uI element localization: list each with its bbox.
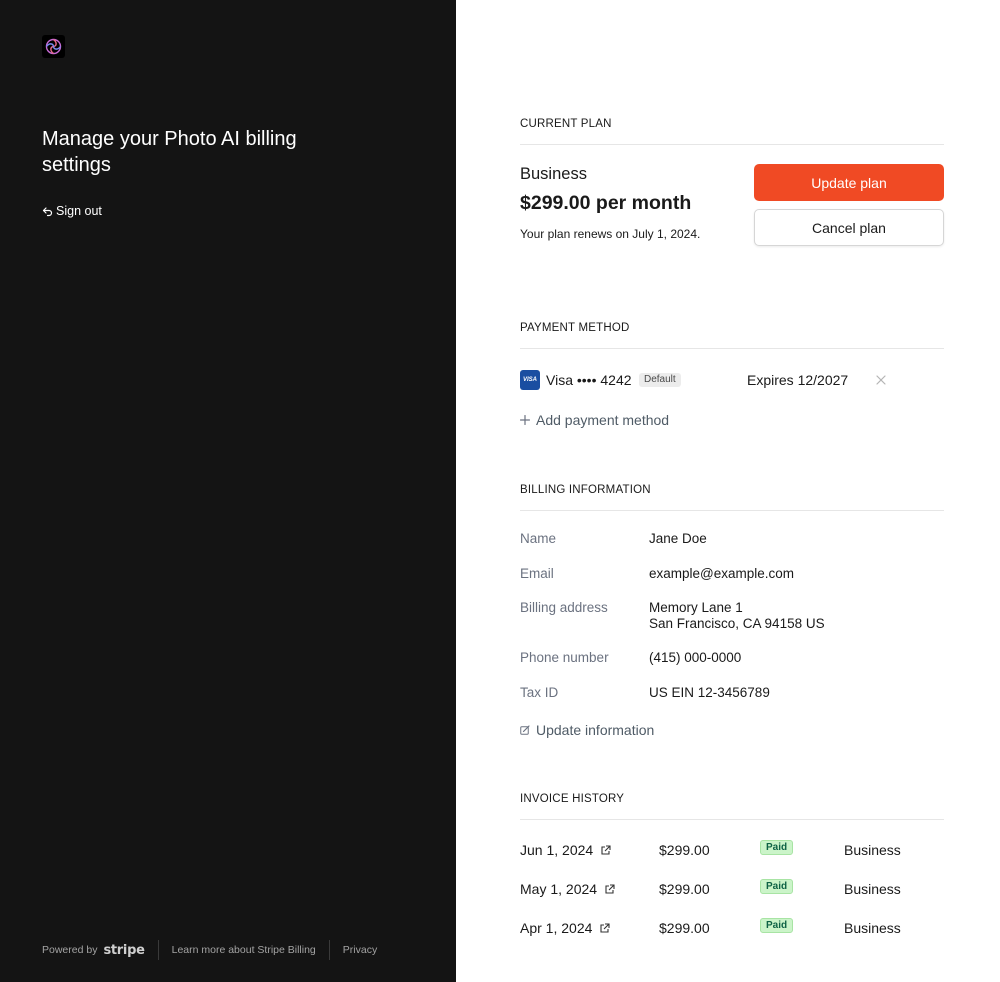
page-headline: Manage your Photo AI billing settings	[42, 128, 297, 176]
sidebar-footer: Powered by stripe Learn more about Strip…	[42, 940, 377, 960]
invoice-plan: Business	[844, 920, 901, 936]
plan-renewal-text: Your plan renews on July 1, 2024.	[520, 227, 701, 241]
external-link-icon	[601, 844, 611, 855]
plan-price: $299.00 per month	[520, 192, 692, 214]
cancel-plan-button[interactable]: Cancel plan	[754, 209, 944, 246]
sidebar: Manage your Photo AI billing settings Si…	[0, 0, 456, 982]
card-expiry: Expires 12/2027	[747, 372, 849, 388]
invoice-date: Jun 1, 2024	[520, 842, 594, 858]
update-information-label: Update information	[536, 722, 655, 738]
phone-value: (415) 000-0000	[649, 650, 742, 665]
plan-name: Business	[520, 165, 587, 183]
sign-out-arrow-icon	[42, 206, 53, 216]
section-divider	[520, 144, 944, 145]
invoice-date-link[interactable]: Apr 1, 2024	[520, 920, 610, 936]
remove-card-button[interactable]	[874, 373, 888, 387]
payment-method-title: PAYMENT METHOD	[520, 322, 630, 334]
invoice-status-badge: Paid	[760, 879, 794, 894]
external-link-icon	[605, 883, 615, 894]
footer-divider	[328, 940, 330, 960]
external-link-icon	[600, 922, 610, 933]
powered-by-label: Powered by	[42, 944, 98, 956]
card-label: Visa •••• 4242	[546, 372, 632, 388]
current-plan-title: CURRENT PLAN	[520, 118, 612, 130]
invoice-date-link[interactable]: May 1, 2024	[520, 881, 615, 897]
update-plan-button[interactable]: Update plan	[754, 164, 944, 201]
edit-icon	[520, 725, 530, 735]
billing-address-label: Billing address	[520, 600, 608, 615]
invoice-date: Apr 1, 2024	[520, 920, 593, 936]
name-label: Name	[520, 531, 557, 546]
sign-out-link[interactable]: Sign out	[42, 204, 102, 218]
billing-address-line2: San Francisco, CA 94158 US	[649, 616, 825, 631]
email-label: Email	[520, 566, 554, 581]
add-payment-method-label: Add payment method	[536, 412, 670, 428]
tax-id-label: Tax ID	[520, 685, 559, 700]
powered-by-stripe[interactable]: Powered by stripe	[42, 943, 145, 958]
phone-label: Phone number	[520, 650, 609, 665]
name-value: Jane Doe	[649, 531, 707, 546]
learn-more-link[interactable]: Learn more about Stripe Billing	[172, 944, 316, 956]
section-divider	[520, 510, 944, 511]
tax-id-value: US EIN 12-3456789	[649, 685, 770, 700]
add-payment-method-button[interactable]: Add payment method	[520, 412, 669, 428]
sign-out-label: Sign out	[56, 204, 102, 218]
close-icon	[876, 375, 886, 385]
footer-divider	[157, 940, 159, 960]
privacy-link[interactable]: Privacy	[343, 944, 377, 956]
billing-address-line1: Memory Lane 1	[649, 600, 743, 615]
invoice-status-badge: Paid	[760, 840, 794, 855]
invoice-amount: $299.00	[659, 920, 710, 936]
invoice-date: May 1, 2024	[520, 881, 598, 897]
section-divider	[520, 819, 944, 820]
app-logo-icon	[42, 35, 65, 58]
payment-card-row: VISA Visa •••• 4242 Default Expires 12/2…	[520, 370, 944, 390]
section-divider	[520, 348, 944, 349]
update-information-button[interactable]: Update information	[520, 722, 654, 738]
plus-icon	[520, 415, 530, 425]
email-value: example@example.com	[649, 566, 795, 581]
invoice-date-link[interactable]: Jun 1, 2024	[520, 842, 611, 858]
invoice-amount: $299.00	[659, 842, 710, 858]
invoice-amount: $299.00	[659, 881, 710, 897]
invoice-history-title: INVOICE HISTORY	[520, 793, 625, 805]
stripe-logo: stripe	[103, 942, 145, 958]
visa-card-icon: VISA	[520, 370, 540, 390]
invoice-status-badge: Paid	[760, 918, 794, 933]
default-badge: Default	[639, 373, 681, 387]
billing-information-title: BILLING INFORMATION	[520, 484, 651, 496]
invoice-plan: Business	[844, 842, 901, 858]
invoice-plan: Business	[844, 881, 901, 897]
